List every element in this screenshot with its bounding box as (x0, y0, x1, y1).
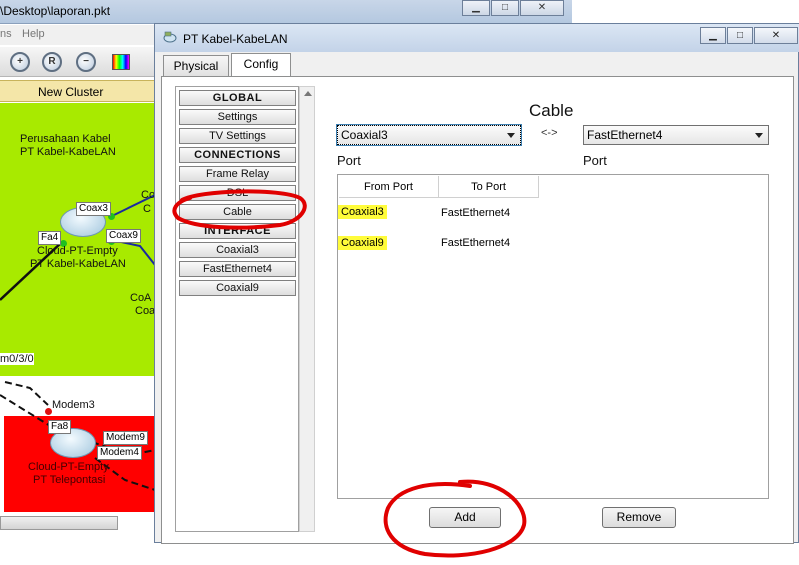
sidebar-item-frame-relay[interactable]: Frame Relay (179, 166, 296, 182)
sidebar-item-tv-settings[interactable]: TV Settings (179, 128, 296, 144)
sidebar-item-settings[interactable]: Settings (179, 109, 296, 125)
add-button[interactable]: Add (429, 507, 501, 528)
from-port-select[interactable]: Coaxial3 (336, 124, 522, 146)
sidebar-item-coaxial3[interactable]: Coaxial3 (179, 242, 296, 258)
cloud-device-icon (163, 31, 177, 43)
cloud2-name-1: Cloud-PT-Empty (28, 461, 109, 473)
modem3-label: Modem3 (52, 399, 95, 411)
from-port-select-value: Coaxial3 (341, 128, 388, 142)
dialog-titlebar[interactable]: PT Kabel-KabeLAN ▁ □ ✕ (155, 24, 799, 52)
row-from-port: Coaxial9 (338, 236, 387, 250)
cloud1-name-2: PT Kabel-KabeLAN (30, 258, 126, 270)
minimize-button[interactable]: ▁ (700, 27, 726, 44)
port-label-coax9: Coax9 (106, 229, 141, 243)
device-dialog: PT Kabel-KabeLAN ▁ □ ✕ Physical Config G… (154, 23, 799, 544)
row-from-port: Coaxial3 (338, 205, 387, 219)
port-label-fa4: Fa4 (38, 231, 62, 245)
sidebar-header-interface: INTERFACE (179, 223, 296, 239)
sidebar-item-coaxial9[interactable]: Coaxial9 (179, 280, 296, 296)
chevron-down-icon (755, 133, 763, 138)
minimize-button[interactable]: ▁ (462, 0, 490, 16)
company-label-2: PT Kabel-KabeLAN (20, 146, 116, 158)
dialog-window-controls: ▁ □ ✕ (700, 27, 799, 44)
partial-label-co: Co (141, 189, 156, 201)
port-label-fa8: Fa8 (48, 420, 72, 434)
column-header-from[interactable]: From Port (339, 176, 439, 198)
sidebar-item-fastethernet4[interactable]: FastEthernet4 (179, 261, 296, 277)
sidebar-item-dsl[interactable]: DSL (179, 185, 296, 201)
close-button[interactable]: ✕ (754, 27, 798, 44)
scroll-up-icon[interactable] (304, 91, 312, 96)
sidebar-scrollbar[interactable] (299, 86, 315, 532)
port-label-coax3: Coax3 (76, 202, 111, 216)
close-button[interactable]: ✕ (520, 0, 564, 16)
port-label-modem-slot: m0/3/0 (0, 353, 34, 365)
background-window-controls: ▁ □ ✕ (462, 0, 565, 16)
tab-config[interactable]: Config (231, 53, 291, 77)
to-port-label: Port (583, 153, 607, 168)
sidebar-item-cable[interactable]: Cable (179, 204, 296, 220)
remove-button[interactable]: Remove (602, 507, 676, 528)
tab-physical[interactable]: Physical (163, 55, 229, 77)
config-sidebar: GLOBAL Settings TV Settings CONNECTIONS … (175, 86, 299, 532)
partial-label-coa1: CoA (130, 292, 152, 304)
sidebar-header-connections: CONNECTIONS (179, 147, 296, 163)
sidebar-header-global: GLOBAL (179, 90, 296, 106)
dialog-title: PT Kabel-KabeLAN (183, 32, 288, 46)
panel-title: Cable (529, 101, 574, 120)
cloud2-name-2: PT Telepontasi (33, 474, 106, 486)
port-label-modem4: Modem4 (97, 446, 142, 460)
link-status-dot (45, 408, 52, 415)
cloud1-name-1: Cloud-PT-Empty (37, 245, 118, 257)
chevron-down-icon (507, 133, 515, 138)
row-to-port: FastEthernet4 (441, 237, 511, 249)
connections-table: From Port To Port Coaxial3 FastEthernet4… (337, 174, 769, 499)
partial-label-c: C (143, 203, 151, 215)
maximize-button[interactable]: □ (491, 0, 519, 16)
row-to-port: FastEthernet4 (441, 207, 511, 219)
to-port-select[interactable]: FastEthernet4 (583, 125, 769, 145)
maximize-button[interactable]: □ (727, 27, 753, 44)
from-port-label: Port (337, 153, 361, 168)
port-label-modem9: Modem9 (103, 431, 148, 445)
connection-separator: <-> (541, 127, 558, 139)
company-label-1: Perusahaan Kabel (20, 133, 111, 145)
to-port-select-value: FastEthernet4 (587, 128, 663, 142)
column-header-to[interactable]: To Port (439, 176, 539, 198)
partial-label-coa2: Coa (135, 305, 156, 317)
